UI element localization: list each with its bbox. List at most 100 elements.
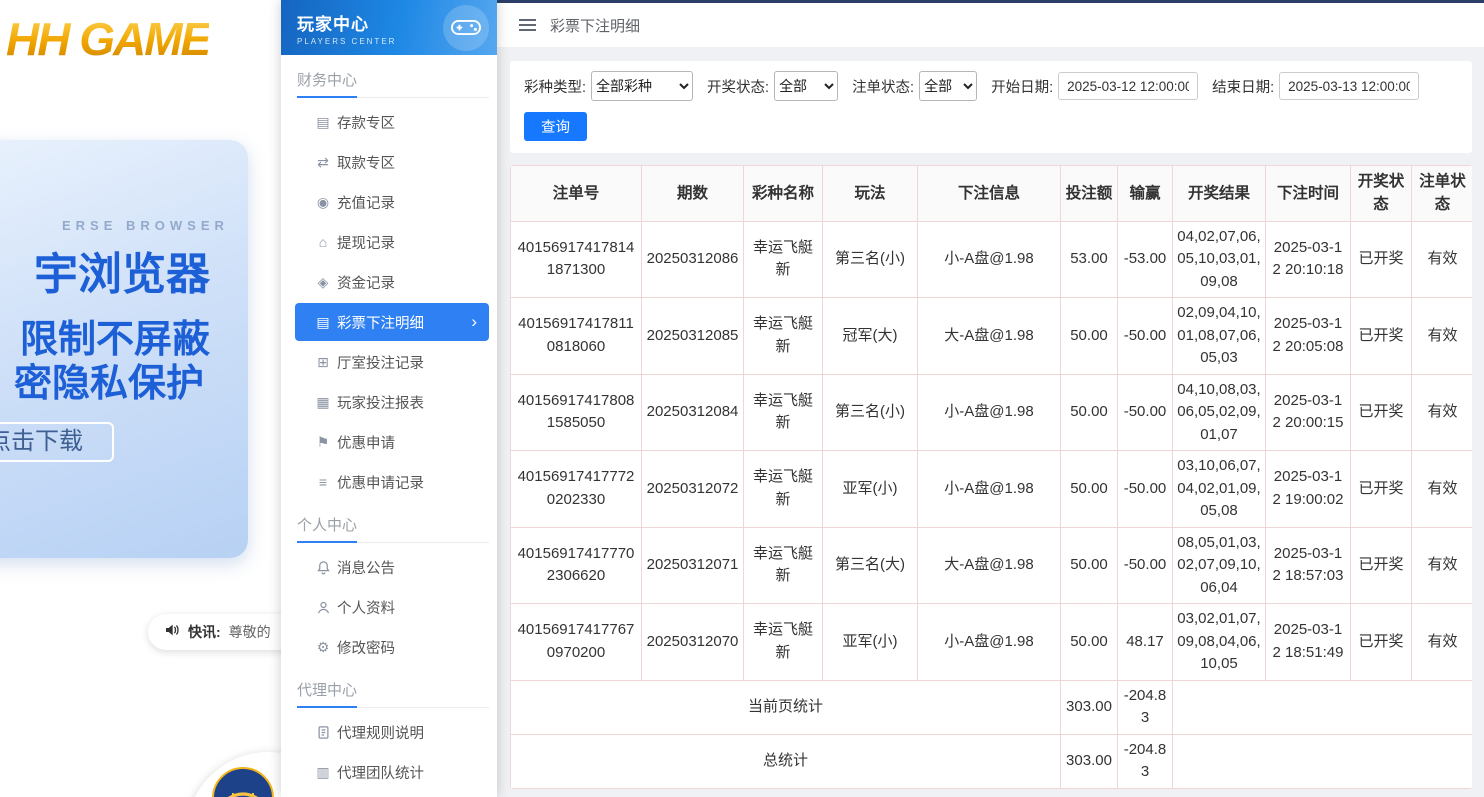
summary-label: 总统计 bbox=[511, 734, 1061, 788]
summary-row-current-page: 当前页统计303.00-204.83 bbox=[511, 680, 1473, 734]
sidebar-item-personal-profile[interactable]: 个人资料 bbox=[281, 587, 497, 627]
sidebar-item-label: 消息公告 bbox=[337, 557, 395, 578]
cell-play-type: 第三名(大) bbox=[823, 527, 918, 604]
cell-play-type: 冠军(大) bbox=[823, 298, 918, 375]
cell-lottery-name: 幸运飞艇新 bbox=[744, 298, 823, 375]
order-status-select[interactable]: 全部 bbox=[919, 71, 977, 101]
cell-draw-result: 03,10,06,07,04,02,01,09,05,08 bbox=[1173, 451, 1266, 528]
draw-status-label: 开奖状态: bbox=[707, 76, 769, 97]
cell-order-status: 有效 bbox=[1412, 221, 1473, 298]
gamepad-icon bbox=[443, 5, 489, 51]
cell-order-no: 401569174178081585050 bbox=[511, 374, 642, 451]
cell-play-type: 第三名(小) bbox=[823, 374, 918, 451]
sidebar-item-fund-records[interactable]: ◈资金记录 bbox=[281, 262, 497, 302]
sidebar-item-recharge-records[interactable]: ◉充值记录 bbox=[281, 182, 497, 222]
summary-bet-total: 303.00 bbox=[1061, 734, 1118, 788]
table-row: 40156917417772020233020250312072幸运飞艇新亚军(… bbox=[511, 451, 1473, 528]
banner-headline-3: 密隐私保护 bbox=[14, 352, 204, 407]
news-ticker: 快讯: 尊敬的 bbox=[148, 614, 281, 650]
start-date-label: 开始日期: bbox=[991, 76, 1053, 97]
cell-draw-result: 02,09,04,10,01,08,07,06,05,03 bbox=[1173, 298, 1266, 375]
sidebar-item-label: 个人资料 bbox=[337, 597, 395, 618]
player-bet-report-icon: ▦ bbox=[314, 395, 332, 409]
summary-empty bbox=[1173, 734, 1473, 788]
agent-team-stats-icon: ▥ bbox=[314, 765, 332, 779]
cell-lottery-name: 幸运飞艇新 bbox=[744, 221, 823, 298]
cell-play-type: 亚军(小) bbox=[823, 451, 918, 528]
lottery-type-label: 彩种类型: bbox=[524, 76, 586, 97]
cell-period: 20250312086 bbox=[642, 221, 744, 298]
ticker-label: 快讯: bbox=[188, 622, 221, 642]
sidebar-item-change-password[interactable]: ⚙修改密码 bbox=[281, 627, 497, 667]
withdrawal-records-icon: ⌂ bbox=[314, 235, 332, 249]
sidebar-item-withdraw-zone[interactable]: ⇄ 取款专区 bbox=[281, 142, 497, 182]
sidebar-item-label: 厅室投注记录 bbox=[337, 352, 424, 373]
sidebar-item-agent-team-stats[interactable]: ▥ 代理团队统计 bbox=[281, 752, 497, 792]
cell-order-no: 401569174177720202330 bbox=[511, 451, 642, 528]
summary-bet-total: 303.00 bbox=[1061, 680, 1118, 734]
sidebar-item-promo-apply-records[interactable]: ≡优惠申请记录 bbox=[281, 462, 497, 502]
change-password-icon: ⚙ bbox=[314, 640, 332, 654]
topbar: 彩票下注明细 bbox=[497, 0, 1484, 47]
section-title: 财务中心 bbox=[281, 57, 497, 90]
cell-draw-status: 已开奖 bbox=[1351, 298, 1412, 375]
download-button[interactable]: 点击下载 bbox=[0, 422, 114, 462]
lottery-type-select[interactable]: 全部彩种 bbox=[591, 71, 693, 101]
cell-order-status: 有效 bbox=[1412, 604, 1473, 681]
sidebar-item-withdrawal-records[interactable]: ⌂提现记录 bbox=[281, 222, 497, 262]
cell-order-status: 有效 bbox=[1412, 451, 1473, 528]
col-header-win-loss: 输赢 bbox=[1118, 166, 1173, 222]
cell-draw-status: 已开奖 bbox=[1351, 221, 1412, 298]
summary-row-total: 总统计303.00-204.83 bbox=[511, 734, 1473, 788]
sidebar-item-lottery-bet-details[interactable]: ▤彩票下注明细› bbox=[295, 303, 489, 341]
withdraw-zone-icon: ⇄ bbox=[314, 155, 332, 169]
promo-apply-icon: ⚑ bbox=[314, 435, 332, 449]
cell-order-status: 有效 bbox=[1412, 298, 1473, 375]
background-site: HH GAME ERSE BROWSER 宇浏览器 限制不屏蔽 密隐私保护 点击… bbox=[0, 0, 281, 797]
cell-order-no: 401569174178110818060 bbox=[511, 298, 642, 375]
table-row: 40156917417808158505020250312084幸运飞艇新第三名… bbox=[511, 374, 1473, 451]
cell-bet-time: 2025-03-12 18:57:03 bbox=[1266, 527, 1351, 604]
menu-toggle-icon[interactable] bbox=[519, 16, 536, 34]
col-header-lottery-name: 彩种名称 bbox=[744, 166, 823, 222]
col-header-draw-result: 开奖结果 bbox=[1173, 166, 1266, 222]
sidebar-item-promo-apply[interactable]: ⚑ 优惠申请 bbox=[281, 422, 497, 462]
sidebar-item-label: 充值记录 bbox=[337, 192, 395, 213]
promo-banner: ERSE BROWSER 宇浏览器 限制不屏蔽 密隐私保护 点击下载 bbox=[0, 140, 248, 558]
cell-bet-amount: 50.00 bbox=[1061, 604, 1118, 681]
message-announcements-icon bbox=[314, 559, 332, 575]
table-row: 40156917417767097020020250312070幸运飞艇新亚军(… bbox=[511, 604, 1473, 681]
sidebar-item-hall-bet-records[interactable]: ⊞厅室投注记录 bbox=[281, 342, 497, 382]
sidebar-item-player-bet-report[interactable]: ▦玩家投注报表 bbox=[281, 382, 497, 422]
cell-bet-info: 小-A盘@1.98 bbox=[918, 604, 1061, 681]
fund-records-icon: ◈ bbox=[314, 275, 332, 289]
end-date-input[interactable] bbox=[1279, 72, 1419, 100]
sidebar-item-label: 优惠申请 bbox=[337, 432, 395, 453]
start-date-input[interactable] bbox=[1058, 72, 1198, 100]
table-header-row: 注单号期数彩种名称玩法下注信息投注额输赢开奖结果下注时间开奖状态注单状态 bbox=[511, 166, 1473, 222]
cell-win-loss: 48.17 bbox=[1118, 604, 1173, 681]
cell-bet-amount: 50.00 bbox=[1061, 298, 1118, 375]
sidebar-subtitle: PLAYERS CENTER bbox=[297, 37, 396, 46]
col-header-order-no: 注单号 bbox=[511, 166, 642, 222]
main-content: 彩票下注明细 彩种类型: 全部彩种 开奖状态: 全部 注单状态: 全部 开始日期… bbox=[497, 0, 1484, 797]
draw-status-select[interactable]: 全部 bbox=[774, 71, 838, 101]
cell-bet-time: 2025-03-12 20:00:15 bbox=[1266, 374, 1351, 451]
cell-bet-info: 小-A盘@1.98 bbox=[918, 451, 1061, 528]
sidebar-item-agent-rules[interactable]: 代理规则说明 bbox=[281, 712, 497, 752]
cell-bet-info: 小-A盘@1.98 bbox=[918, 221, 1061, 298]
chevron-right-icon: › bbox=[471, 312, 477, 332]
cell-bet-time: 2025-03-12 18:51:49 bbox=[1266, 604, 1351, 681]
sidebar-item-label: 代理团队统计 bbox=[337, 762, 424, 783]
table-panel: 注单号期数彩种名称玩法下注信息投注额输赢开奖结果下注时间开奖状态注单状态 401… bbox=[510, 165, 1472, 789]
cell-bet-info: 大-A盘@1.98 bbox=[918, 298, 1061, 375]
sidebar-item-label: 取款专区 bbox=[337, 152, 395, 173]
cell-draw-result: 04,02,07,06,05,10,03,01,09,08 bbox=[1173, 221, 1266, 298]
sidebar-item-message-announcements[interactable]: 消息公告 bbox=[281, 547, 497, 587]
sidebar-item-deposit-zone[interactable]: ▤存款专区 bbox=[281, 102, 497, 142]
page: HH GAME ERSE BROWSER 宇浏览器 限制不屏蔽 密隐私保护 点击… bbox=[0, 0, 1484, 797]
cell-period: 20250312072 bbox=[642, 451, 744, 528]
banner-tagline: ERSE BROWSER bbox=[62, 218, 229, 233]
search-button[interactable]: 查询 bbox=[524, 112, 587, 141]
section-title: 代理中心 bbox=[281, 667, 497, 700]
